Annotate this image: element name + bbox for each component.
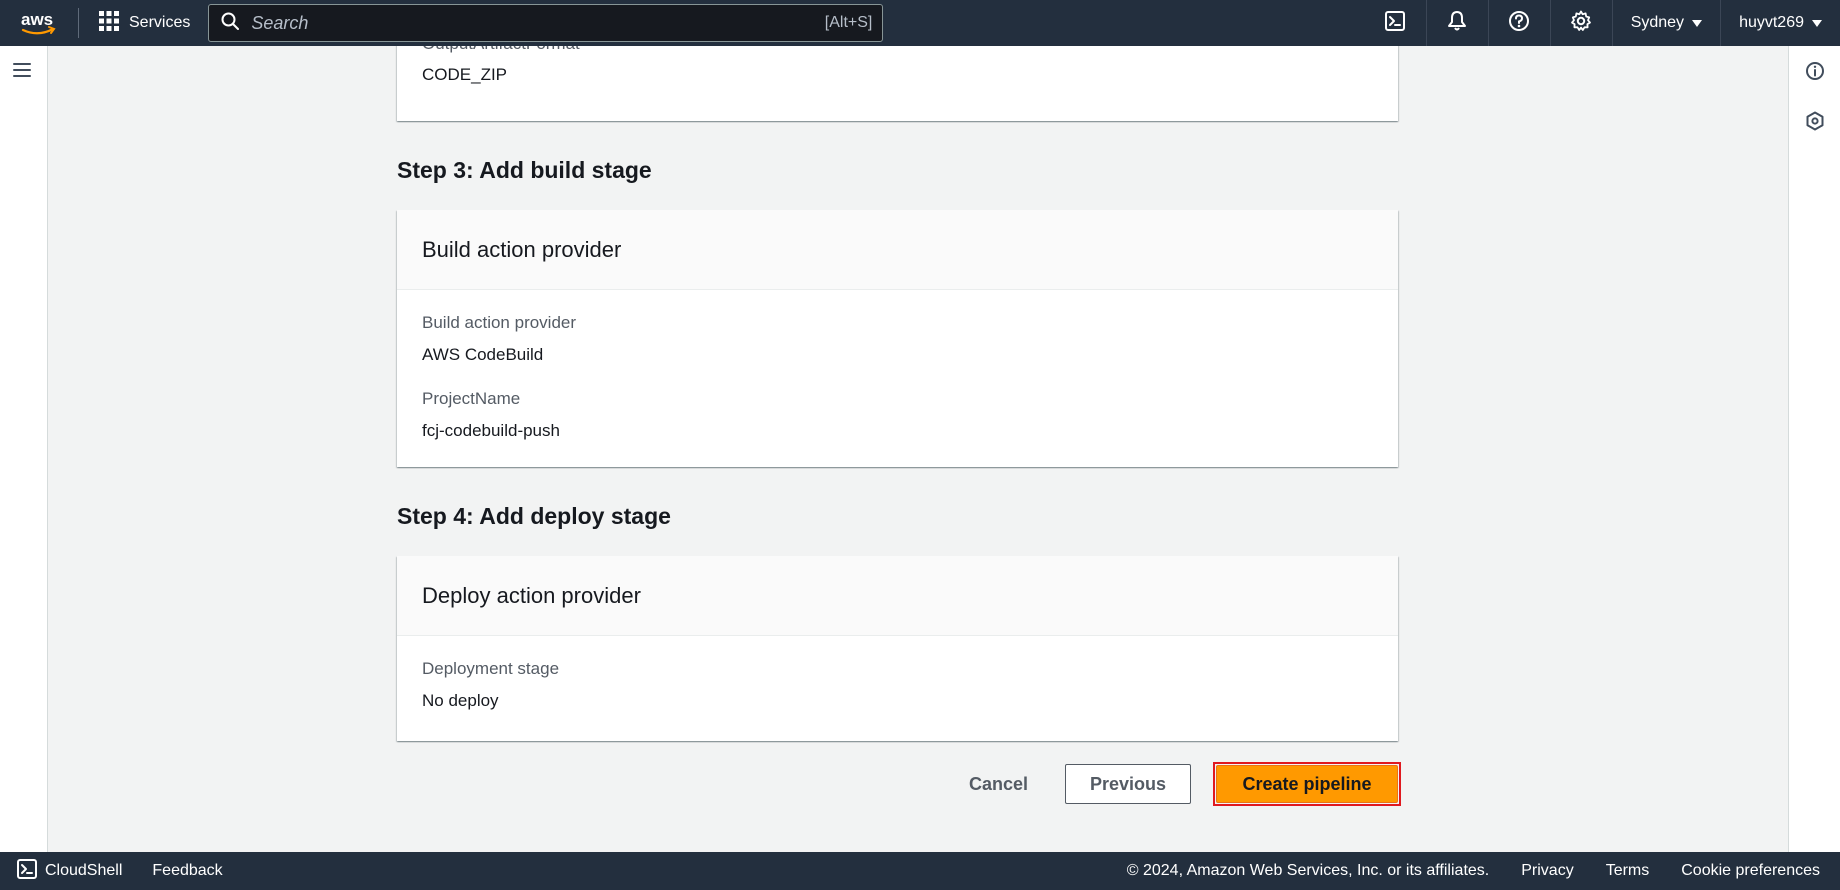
deploy-action-provider-card: Deploy action provider Deployment stage … xyxy=(397,556,1398,741)
caret-down-icon xyxy=(1692,19,1703,27)
deploy-card-title: Deploy action provider xyxy=(397,556,1398,636)
cancel-button[interactable]: Cancel xyxy=(951,764,1046,804)
nav-right: Sydney huyvt269 xyxy=(1364,0,1840,46)
deployment-stage-value: No deploy xyxy=(422,691,499,710)
caret-down-icon xyxy=(1812,19,1822,27)
build-provider-field: Build action provider AWS CodeBuild xyxy=(422,312,1373,366)
source-stage-card: OutputArtifactFormat CODE_ZIP xyxy=(397,46,1398,121)
search-shortcut: [Alt+S] xyxy=(824,14,873,31)
create-pipeline-button[interactable]: Create pipeline xyxy=(1216,765,1398,803)
help-button[interactable] xyxy=(1487,0,1550,46)
grid-icon xyxy=(99,10,119,36)
step-4-title: Step 4: Add deploy stage xyxy=(397,503,671,529)
project-name-value: fcj-codebuild-push xyxy=(422,421,560,440)
terminal-icon xyxy=(1384,10,1405,36)
main-content: OutputArtifactFormat CODE_ZIP Step 3: Ad… xyxy=(48,46,1788,852)
build-card-title: Build action provider xyxy=(397,210,1398,290)
menu-icon[interactable] xyxy=(13,63,31,77)
settings-button[interactable] xyxy=(1549,0,1612,46)
output-artifact-format-value: CODE_ZIP xyxy=(422,65,508,84)
notifications-button[interactable] xyxy=(1425,0,1488,46)
copyright-text: © 2024, Amazon Web Services, Inc. or its… xyxy=(1126,862,1490,879)
cloudshell-nav-button[interactable] xyxy=(1364,0,1426,46)
services-label: Services xyxy=(129,14,191,31)
build-action-provider-card: Build action provider Build action provi… xyxy=(397,210,1398,467)
output-artifact-format-label: OutputArtifactFormat xyxy=(422,46,1373,55)
footer: CloudShell Feedback © 2024, Amazon Web S… xyxy=(0,852,1840,890)
services-menu-button[interactable]: Services xyxy=(79,0,208,46)
step-3-title: Step 3: Add build stage xyxy=(397,157,652,183)
gear-icon xyxy=(1570,10,1592,37)
build-provider-label: Build action provider xyxy=(422,313,577,332)
cookie-preferences-link[interactable]: Cookie preferences xyxy=(1681,862,1820,880)
project-name-label: ProjectName xyxy=(422,389,521,408)
privacy-link[interactable]: Privacy xyxy=(1521,862,1573,880)
region-label: Sydney xyxy=(1630,14,1685,31)
left-rail xyxy=(0,46,48,852)
build-provider-value: AWS CodeBuild xyxy=(422,345,544,364)
footer-right: © 2024, Amazon Web Services, Inc. or its… xyxy=(1127,862,1840,880)
previous-button[interactable]: Previous xyxy=(1065,764,1191,804)
help-icon xyxy=(1508,10,1530,37)
cloudshell-link[interactable]: CloudShell xyxy=(45,862,122,880)
right-rail xyxy=(1788,46,1840,852)
top-navigation: aws Services [Alt+S] xyxy=(0,0,1840,46)
deployment-stage-field: Deployment stage No deploy xyxy=(422,658,1373,712)
info-icon[interactable] xyxy=(1804,60,1826,82)
bell-icon xyxy=(1446,10,1468,37)
deployment-stage-label: Deployment stage xyxy=(422,659,560,678)
search-icon xyxy=(221,12,240,35)
project-name-field: ProjectName fcj-codebuild-push xyxy=(422,388,1373,442)
feedback-link[interactable]: Feedback xyxy=(152,862,222,880)
cloudshell-footer-icon[interactable] xyxy=(17,858,37,884)
search-input[interactable] xyxy=(239,5,825,41)
svg-text:aws: aws xyxy=(21,10,53,29)
footer-left: CloudShell Feedback xyxy=(0,858,223,884)
aws-logo[interactable]: aws xyxy=(0,0,78,46)
region-selector[interactable]: Sydney xyxy=(1611,0,1720,46)
account-label: huyvt269 xyxy=(1739,14,1804,31)
terms-link[interactable]: Terms xyxy=(1606,862,1650,880)
hexagon-settings-icon[interactable] xyxy=(1804,110,1826,132)
search-box[interactable]: [Alt+S] xyxy=(208,4,884,42)
account-menu[interactable]: huyvt269 xyxy=(1720,0,1840,46)
